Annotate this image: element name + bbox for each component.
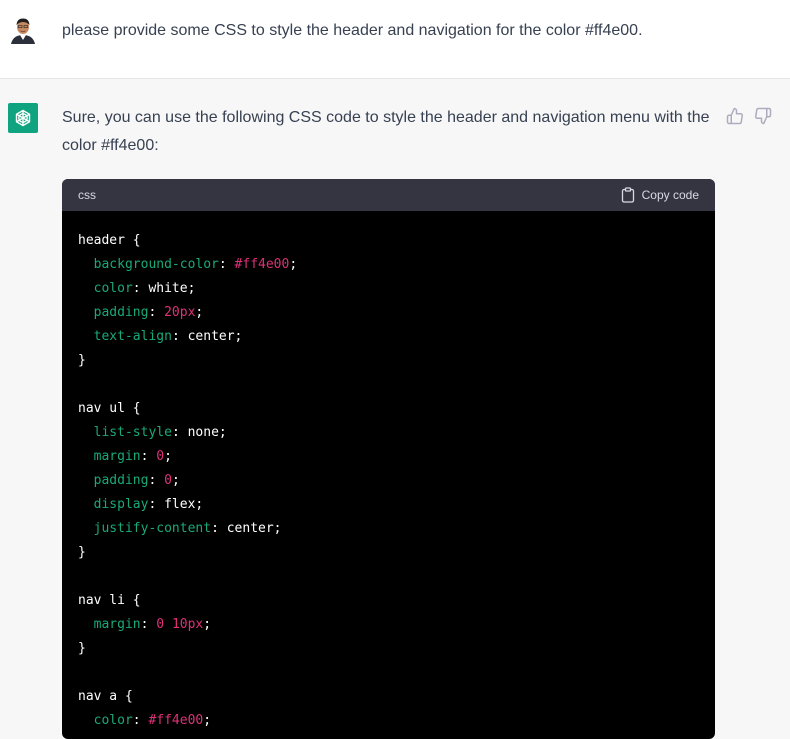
code-line: nav li {: [78, 589, 699, 613]
code-token-prop: padding: [93, 305, 149, 320]
code-token-plain: }: [78, 641, 86, 656]
code-token-plain: ;: [171, 473, 180, 488]
code-token-plain: ;: [164, 449, 172, 464]
assistant-reply-text: Sure, you can use the following CSS code…: [62, 109, 710, 154]
code-token-plain: }: [78, 353, 86, 368]
code-line: list-style: none;: [78, 421, 699, 445]
code-token-num: 0: [164, 473, 172, 488]
code-line: header {: [78, 229, 699, 253]
code-line: }: [78, 349, 699, 373]
code-token-prop: display: [93, 497, 149, 512]
code-token-plain: ;: [289, 257, 298, 272]
clipboard-icon: [621, 187, 634, 203]
user-message-row: please provide some CSS to style the hea…: [0, 0, 790, 79]
code-token-plain: ;: [195, 305, 204, 320]
code-line: color: #ff4e00;: [78, 709, 699, 733]
code-block-header: css Copy code: [62, 179, 715, 211]
code-token-prop: color: [93, 281, 133, 296]
code-token-plain: :: [132, 713, 149, 728]
code-line: }: [78, 637, 699, 661]
code-token-plain: : none;: [171, 425, 227, 440]
code-line: background-color: #ff4e00;: [78, 253, 699, 277]
code-line: margin: 0 10px;: [78, 613, 699, 637]
assistant-message-row: Sure, you can use the following CSS code…: [0, 79, 790, 739]
code-token-plain: :: [148, 473, 165, 488]
code-line: nav ul {: [78, 397, 699, 421]
thumbs-down-icon[interactable]: [754, 107, 772, 125]
user-message-text: please provide some CSS to style the hea…: [62, 22, 643, 39]
code-token-num: 0: [156, 449, 165, 464]
code-token-plain: header {: [78, 233, 141, 248]
code-content: header { background-color: #ff4e00; colo…: [62, 211, 715, 739]
code-token-prop: list-style: [93, 425, 172, 440]
code-token-num: 0: [156, 617, 165, 632]
copy-code-label: Copy code: [641, 188, 699, 202]
code-token-prop: background-color: [93, 257, 219, 272]
code-line: text-align: center;: [78, 325, 699, 349]
code-line: display: flex;: [78, 493, 699, 517]
code-token-plain: nav li {: [78, 593, 141, 608]
code-token-prop: margin: [93, 617, 141, 632]
code-token-plain: :: [148, 305, 165, 320]
copy-code-button[interactable]: Copy code: [621, 185, 699, 205]
code-language-label: css: [78, 188, 96, 202]
code-token-plain: : center;: [211, 521, 282, 536]
code-token-plain: : flex;: [148, 497, 204, 512]
code-line: nav a {: [78, 685, 699, 709]
code-line: padding: 0;: [78, 469, 699, 493]
code-block: css Copy code header { background-color:…: [62, 179, 715, 739]
code-token-plain: ;: [203, 617, 212, 632]
code-token-num: #ff4e00: [148, 713, 204, 728]
code-token-plain: }: [78, 545, 86, 560]
code-line: color: white;: [78, 277, 699, 301]
code-token-plain: nav a {: [78, 689, 133, 704]
code-token-prop: color: [93, 713, 133, 728]
code-line: padding: 20px;: [78, 301, 699, 325]
code-line: justify-content: center;: [78, 517, 699, 541]
code-token-plain: :: [218, 257, 235, 272]
thumbs-up-icon[interactable]: [726, 107, 744, 125]
code-token-prop: padding: [93, 473, 149, 488]
code-token-plain: :: [140, 449, 157, 464]
code-token-plain: : center;: [171, 329, 243, 344]
code-token-plain: :: [140, 617, 157, 632]
code-token-plain: nav ul {: [78, 401, 141, 416]
code-token-prop: margin: [93, 449, 141, 464]
code-token-num: 10px: [171, 617, 204, 632]
code-token-num: #ff4e00: [234, 257, 290, 272]
code-token-prop: justify-content: [93, 521, 212, 536]
user-avatar: [8, 14, 38, 44]
code-token-plain: : white;: [132, 281, 196, 296]
code-line: }: [78, 541, 699, 565]
openai-logo-icon: [8, 103, 38, 133]
code-token-prop: text-align: [93, 329, 172, 344]
code-token-plain: ;: [203, 713, 212, 728]
code-token-num: 20px: [164, 305, 196, 320]
code-line: margin: 0;: [78, 445, 699, 469]
